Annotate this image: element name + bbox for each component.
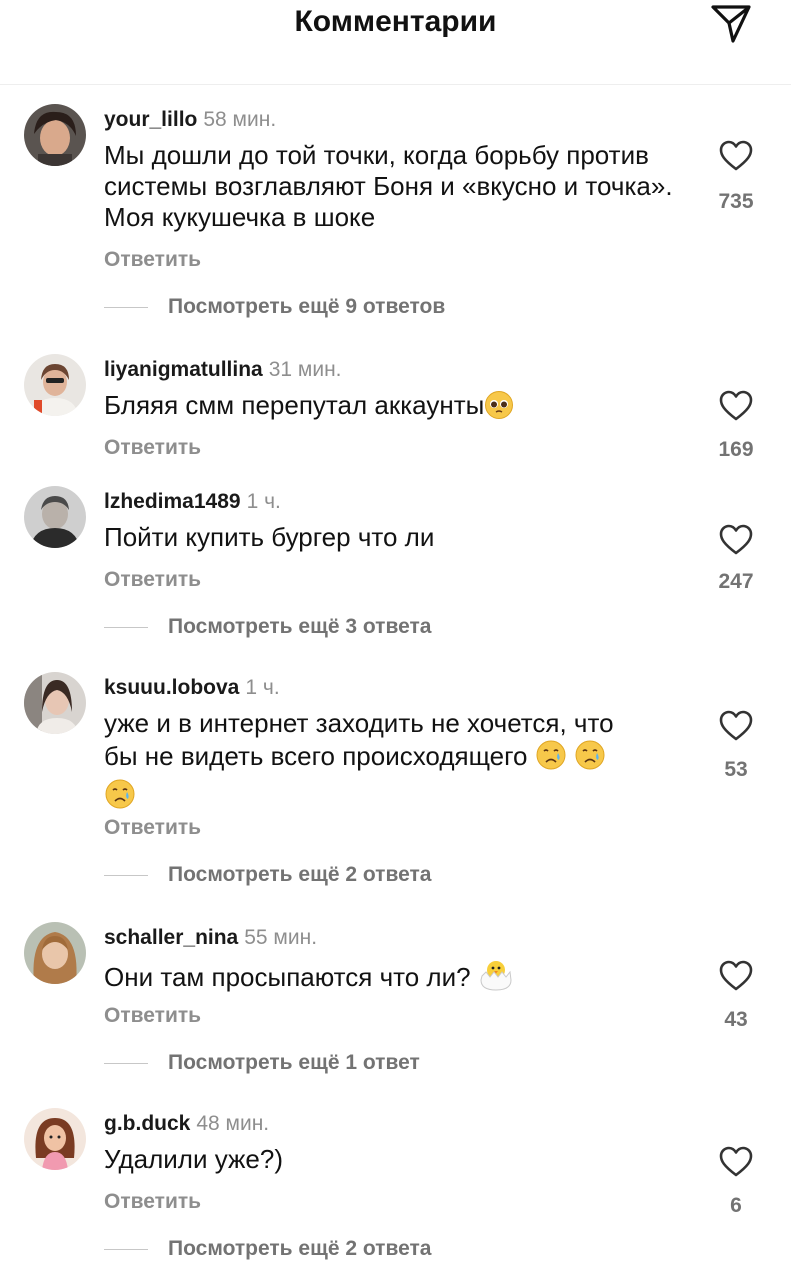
view-replies-label: Посмотреть ещё 2 ответа [168, 1237, 432, 1260]
timestamp: 1 ч. [245, 676, 280, 699]
avatar[interactable] [24, 354, 86, 416]
timestamp: 1 ч. [246, 490, 281, 513]
like-count: 53 [724, 758, 748, 781]
like-count: 247 [718, 570, 754, 593]
reply-button[interactable]: Ответить [104, 1002, 201, 1030]
reply-button[interactable]: Ответить [104, 566, 201, 594]
heart-icon [719, 390, 753, 421]
timestamp: 58 мин. [203, 108, 277, 131]
heart-icon [719, 140, 753, 171]
reply-button[interactable]: Ответить [104, 246, 201, 274]
username[interactable]: lzhedima1489 [104, 490, 241, 513]
divider [104, 1062, 148, 1064]
view-replies-button[interactable]: Посмотреть ещё 1 ответ [104, 1048, 420, 1078]
comment-text: Мы дошли до той точки, когда борьбу прот… [104, 140, 673, 232]
crying-face-icon [574, 739, 606, 778]
share-button[interactable] [706, 0, 756, 46]
avatar[interactable] [24, 672, 86, 734]
comment-meta: liyanigmatullina 31 мин. [104, 356, 342, 384]
like-button[interactable] [708, 520, 764, 560]
comment-meta: lzhedima1489 1 ч. [104, 488, 281, 516]
timestamp: 48 мин. [196, 1112, 270, 1135]
heart-icon [719, 960, 753, 991]
comment-meta: schaller_nina 55 мин. [104, 924, 317, 952]
comment-text: Удалили уже?) [104, 1144, 283, 1174]
crying-face-icon [104, 778, 136, 817]
like-button[interactable] [708, 386, 764, 426]
hatching-chick-icon [478, 958, 514, 999]
username[interactable]: ksuuu.lobova [104, 676, 239, 699]
reply-button[interactable]: Ответить [104, 814, 201, 842]
heart-icon [719, 1146, 753, 1177]
timestamp: 31 мин. [268, 358, 342, 381]
page-title: Комментарии [294, 5, 497, 38]
like-count: 43 [724, 1008, 748, 1031]
comment-text: Пойти купить бургер что ли [104, 522, 435, 552]
view-replies-label: Посмотреть ещё 9 ответов [168, 295, 446, 318]
view-replies-label: Посмотреть ещё 2 ответа [168, 863, 432, 886]
timestamp: 55 мин. [244, 926, 318, 949]
comment-text-content: бы не видеть всего происходящего [104, 741, 528, 771]
avatar[interactable] [24, 1108, 86, 1170]
comment-text-content: Они там просыпаются что ли? [104, 962, 471, 992]
view-replies-button[interactable]: Посмотреть ещё 2 ответа [104, 1234, 431, 1264]
comment-text-line: бы не видеть всего происходящего [104, 739, 679, 778]
view-replies-button[interactable]: Посмотреть ещё 2 ответа [104, 860, 431, 890]
comment-text-content: Бляяя смм перепутал аккаунты [104, 390, 485, 420]
comment-meta: ksuuu.lobova 1 ч. [104, 674, 280, 702]
username[interactable]: g.b.duck [104, 1112, 190, 1135]
username[interactable]: liyanigmatullina [104, 358, 263, 381]
avatar[interactable] [24, 486, 86, 548]
view-replies-button[interactable]: Посмотреть ещё 3 ответа [104, 612, 431, 642]
divider [104, 306, 148, 308]
comment-meta: g.b.duck 48 мин. [104, 1110, 269, 1138]
reply-button[interactable]: Ответить [104, 1188, 201, 1216]
send-icon [711, 5, 751, 43]
username[interactable]: your_lillo [104, 108, 197, 131]
divider [104, 874, 148, 876]
crying-face-icon [535, 739, 567, 778]
comment-text-line [104, 778, 679, 817]
username[interactable]: schaller_nina [104, 926, 238, 949]
like-count: 735 [718, 190, 754, 213]
like-button[interactable] [708, 1142, 764, 1182]
pleading-face-icon [484, 390, 514, 427]
divider [104, 1248, 148, 1250]
divider [104, 626, 148, 628]
header: Комментарии [0, 0, 791, 85]
comments-screen: Комментарии your_lillo 58 мин. Мы дошли д… [0, 0, 791, 1280]
like-button[interactable] [708, 136, 764, 176]
comment-text: уже и в интернет заходить не хочется, чт… [104, 708, 679, 817]
comment-text: Они там просыпаются что ли? [104, 958, 679, 999]
reply-button[interactable]: Ответить [104, 434, 201, 462]
like-count: 6 [730, 1194, 742, 1217]
like-count: 169 [718, 438, 754, 461]
comment-meta: your_lillo 58 мин. [104, 106, 276, 134]
heart-icon [719, 710, 753, 741]
avatar[interactable] [24, 104, 86, 166]
like-button[interactable] [708, 956, 764, 996]
view-replies-button[interactable]: Посмотреть ещё 9 ответов [104, 292, 445, 322]
comment-text: Бляяя смм перепутал аккаунты [104, 390, 679, 427]
avatar[interactable] [24, 922, 86, 984]
like-button[interactable] [708, 706, 764, 746]
heart-icon [719, 524, 753, 555]
comment-text-line: уже и в интернет заходить не хочется, чт… [104, 708, 614, 738]
view-replies-label: Посмотреть ещё 1 ответ [168, 1051, 420, 1074]
view-replies-label: Посмотреть ещё 3 ответа [168, 615, 432, 638]
